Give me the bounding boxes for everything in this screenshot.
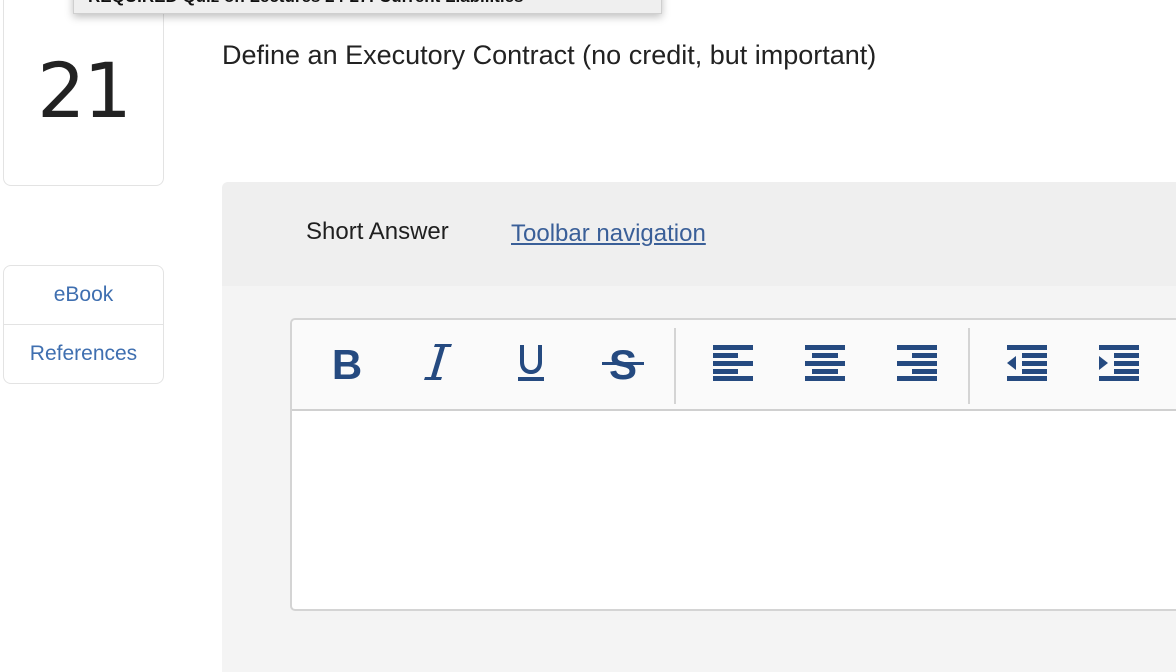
references-link[interactable]: References — [4, 324, 163, 383]
toolbar-separator — [968, 328, 970, 404]
question-prompt: Define an Executory Contract (no credit,… — [222, 40, 877, 70]
align-center-button[interactable] — [802, 342, 848, 388]
outdent-icon — [1007, 344, 1047, 386]
outdent-button[interactable] — [1004, 342, 1050, 388]
align-center-icon — [805, 344, 845, 386]
underline-icon — [517, 343, 545, 388]
side-links: eBook References — [3, 265, 164, 384]
underline-button[interactable] — [508, 342, 554, 388]
question-number: 21 — [37, 46, 132, 135]
rich-text-editor: B S — [290, 318, 1176, 611]
toolbar-separator — [674, 328, 676, 404]
answer-text-area[interactable] — [292, 411, 1176, 611]
ebook-link[interactable]: eBook — [4, 266, 163, 324]
tooltip: REQUIRED Quiz on Lectures 24-27: Current… — [73, 0, 662, 14]
strikethrough-button[interactable]: S — [600, 341, 646, 388]
indent-icon — [1099, 344, 1139, 386]
align-left-button[interactable] — [710, 342, 756, 388]
italic-icon — [424, 342, 454, 389]
align-right-icon — [897, 344, 937, 386]
align-left-icon — [713, 344, 753, 386]
align-right-button[interactable] — [894, 342, 940, 388]
editor-toolbar: B S — [292, 320, 1176, 411]
italic-button[interactable] — [416, 342, 462, 388]
toolbar-navigation-link[interactable]: Toolbar navigation — [511, 220, 706, 248]
answer-type-label: Short Answer — [306, 218, 449, 245]
question-number-card: 21 — [3, 0, 164, 186]
strikethrough-icon: S — [602, 341, 644, 388]
bold-icon: B — [331, 341, 363, 388]
answer-header: Short Answer Toolbar navigation — [222, 182, 1176, 286]
bold-button[interactable]: B — [324, 342, 370, 388]
indent-button[interactable] — [1096, 342, 1142, 388]
answer-panel: Short Answer Toolbar navigation B S — [222, 182, 1176, 672]
